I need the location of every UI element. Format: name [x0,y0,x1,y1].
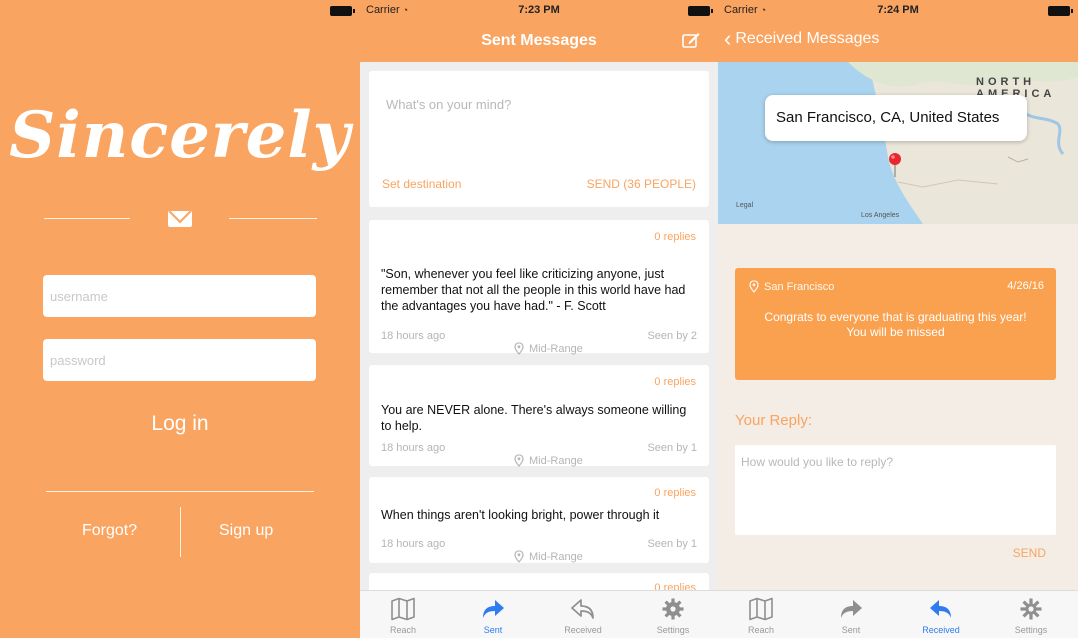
page-title: Sent Messages [481,32,597,49]
envelope-icon [168,211,192,227]
location-pin-icon [514,454,524,467]
chevron-left-icon: ‹ [724,26,732,51]
divider-bottom [46,491,314,492]
login-button[interactable]: Log in [100,412,260,436]
message-card[interactable]: 0 replies You are NEVER alone. There's a… [369,365,709,467]
map-label-los-angeles: Los Angeles [861,212,900,219]
compose-card: Set destination SEND (36 PEOPLE) [369,71,709,207]
location-map[interactable]: NORTH AMERICA Los Angeles Legal San Fran… [718,62,1078,224]
link-separator [180,507,181,557]
gear-icon [1020,598,1042,620]
message-card[interactable]: 0 replies "Son, whenever you feel like c… [369,220,709,355]
status-bar: Carrier ◔ 7:23 PM [360,0,718,22]
gear-icon [662,598,684,620]
tab-reach[interactable]: Reach [368,597,438,635]
back-label: Received Messages [735,30,880,47]
message-location: Mid-Range [514,550,583,563]
location-pin-icon [514,550,524,563]
forgot-link[interactable]: Forgot? [82,522,137,540]
message-text: "Son, whenever you feel like criticizing… [381,267,686,313]
compose-input[interactable] [386,97,686,112]
tab-received[interactable]: Received [906,597,976,635]
message-time: 18 hours ago [381,442,446,454]
message-text: When things aren't looking bright, power… [381,508,660,522]
message-time: 18 hours ago [381,538,446,550]
map-label-north: NORTH [976,76,1036,88]
sent-messages-screen: Carrier◔ 7:23 PM Sent Messages Set desti… [360,0,718,638]
tab-settings[interactable]: Settings [638,597,708,635]
username-input[interactable] [43,275,316,317]
status-bar [0,0,360,22]
reply-box [735,445,1056,535]
compose-icon[interactable] [682,32,700,48]
signup-link[interactable]: Sign up [219,522,273,540]
back-button[interactable]: ‹ Received Messages [724,26,880,51]
tab-sent[interactable]: Sent [816,597,886,635]
seen-count: Seen by 2 [647,330,697,342]
message-meta: 18 hours ago Mid-Range Seen by 1 [381,442,697,467]
password-input[interactable] [43,339,316,381]
reply-label: Your Reply: [735,412,812,429]
message-text: You are NEVER alone. There's always some… [381,403,687,433]
message-meta: 18 hours ago Mid-Range Seen by 1 [381,538,697,563]
send-button[interactable]: SEND (36 PEOPLE) [587,177,696,191]
message-meta: 18 hours ago Mid-Range Seen by 2 [381,330,697,355]
tab-sent[interactable]: Sent [458,597,528,635]
login-screen: Sincerely Log in Forgot? Sign up [0,0,360,638]
replies-link[interactable]: 0 replies [654,231,696,243]
nav-bar: Carrier ◔ 7:24 PM ‹ Received Messages [718,0,1078,62]
replies-link[interactable]: 0 replies [654,487,696,499]
tab-received[interactable]: Received [548,597,618,635]
message-location: Mid-Range [514,454,583,467]
reply-arrow-icon [571,599,594,619]
app-logo: Sincerely [9,98,351,173]
received-message-card[interactable]: San Francisco 4/26/16 Congrats to everyo… [735,268,1056,380]
map-callout[interactable]: San Francisco, CA, United States [765,95,1027,141]
replies-link[interactable]: 0 replies [654,376,696,388]
reply-arrow-icon [930,600,951,618]
battery-icon [330,6,355,16]
battery-icon [1048,6,1073,16]
forward-arrow-icon [841,600,862,618]
forward-arrow-icon [483,600,504,618]
seen-count: Seen by 1 [647,442,697,454]
location-pin-icon [514,342,524,355]
seen-count: Seen by 1 [647,538,697,550]
message-text: Congrats to everyone that is graduating … [764,310,1027,339]
reply-send-button[interactable]: SEND [1013,546,1046,560]
status-bar: Carrier ◔ 7:24 PM [718,0,1078,22]
received-messages-screen: Carrier ◔ 7:24 PM ‹ Received Messages NOR… [718,0,1078,638]
reply-input[interactable] [741,455,1041,469]
message-date: 4/26/16 [1007,280,1044,292]
tab-bar: Reach Sent Received Settings [718,590,1078,638]
message-location: San Francisco [749,280,834,293]
status-time: 7:24 PM [877,4,919,16]
status-time: 7:23 PM [518,4,560,16]
nav-bar: Carrier ◔ 7:23 PM Sent Messages [360,0,718,62]
tab-settings[interactable]: Settings [996,597,1066,635]
battery-icon [688,6,713,16]
tab-bar: Reach Sent Received Settings [360,590,718,638]
map-legal-link[interactable]: Legal [736,202,753,209]
map-pin-icon[interactable] [888,152,902,178]
message-card[interactable]: 0 replies When things aren't looking bri… [369,477,709,563]
divider-left [44,218,130,219]
tab-reach[interactable]: Reach [726,597,796,635]
map-icon [391,597,415,621]
map-icon [749,597,773,621]
location-pin-icon [749,280,759,293]
divider-right [229,218,317,219]
set-destination-link[interactable]: Set destination [382,177,461,191]
message-time: 18 hours ago [381,330,446,342]
message-location: Mid-Range [514,342,583,355]
